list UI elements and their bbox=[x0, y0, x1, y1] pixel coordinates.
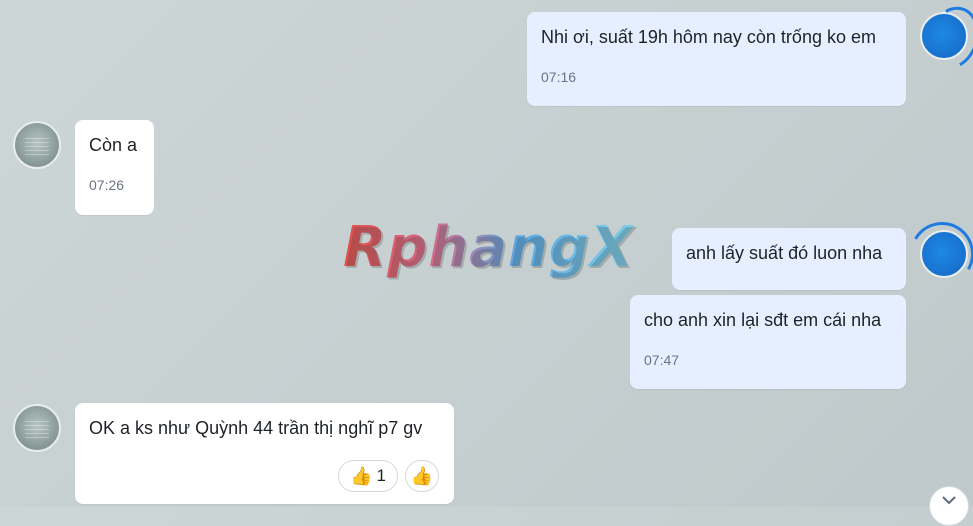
incoming-message[interactable]: OK a ks như Quỳnh 44 trần thị nghĩ p7 gv bbox=[75, 403, 454, 504]
message-text: OK a ks như Quỳnh 44 trần thị nghĩ p7 gv bbox=[89, 418, 423, 438]
add-reaction-button[interactable]: 👍 bbox=[405, 460, 439, 492]
message-text: anh lấy suất đó luon nha bbox=[686, 243, 883, 263]
avatar-contact[interactable] bbox=[13, 404, 61, 452]
thumbs-up-icon: 👍 bbox=[350, 466, 373, 486]
redaction-scribble bbox=[918, 0, 973, 77]
reaction-count-button[interactable]: 👍 1 bbox=[338, 460, 398, 492]
watermark-logo: RphangX bbox=[343, 215, 634, 280]
message-time: 07:16 bbox=[541, 69, 577, 85]
scroll-down-button[interactable] bbox=[929, 486, 969, 526]
message-time: 07:47 bbox=[644, 352, 680, 368]
reaction-count: 1 bbox=[376, 466, 386, 485]
message-time: 07:26 bbox=[89, 177, 125, 193]
redaction-scribble bbox=[902, 214, 973, 294]
outgoing-message[interactable]: Nhi ơi, suất 19h hôm nay còn trống ko em… bbox=[527, 12, 906, 106]
chevron-down-icon bbox=[942, 496, 956, 505]
message-text: cho anh xin lại sđt em cái nha bbox=[644, 310, 882, 330]
message-text: Nhi ơi, suất 19h hôm nay còn trống ko em bbox=[541, 27, 876, 47]
outgoing-message[interactable]: anh lấy suất đó luon nha bbox=[672, 228, 906, 290]
outgoing-message[interactable]: cho anh xin lại sđt em cái nha 07:47 bbox=[630, 295, 906, 389]
avatar-contact[interactable] bbox=[13, 121, 61, 169]
thumbs-up-icon: 👍 bbox=[410, 466, 434, 486]
message-text: Còn a bbox=[89, 135, 138, 155]
incoming-message[interactable]: Còn a 07:26 bbox=[75, 120, 154, 215]
